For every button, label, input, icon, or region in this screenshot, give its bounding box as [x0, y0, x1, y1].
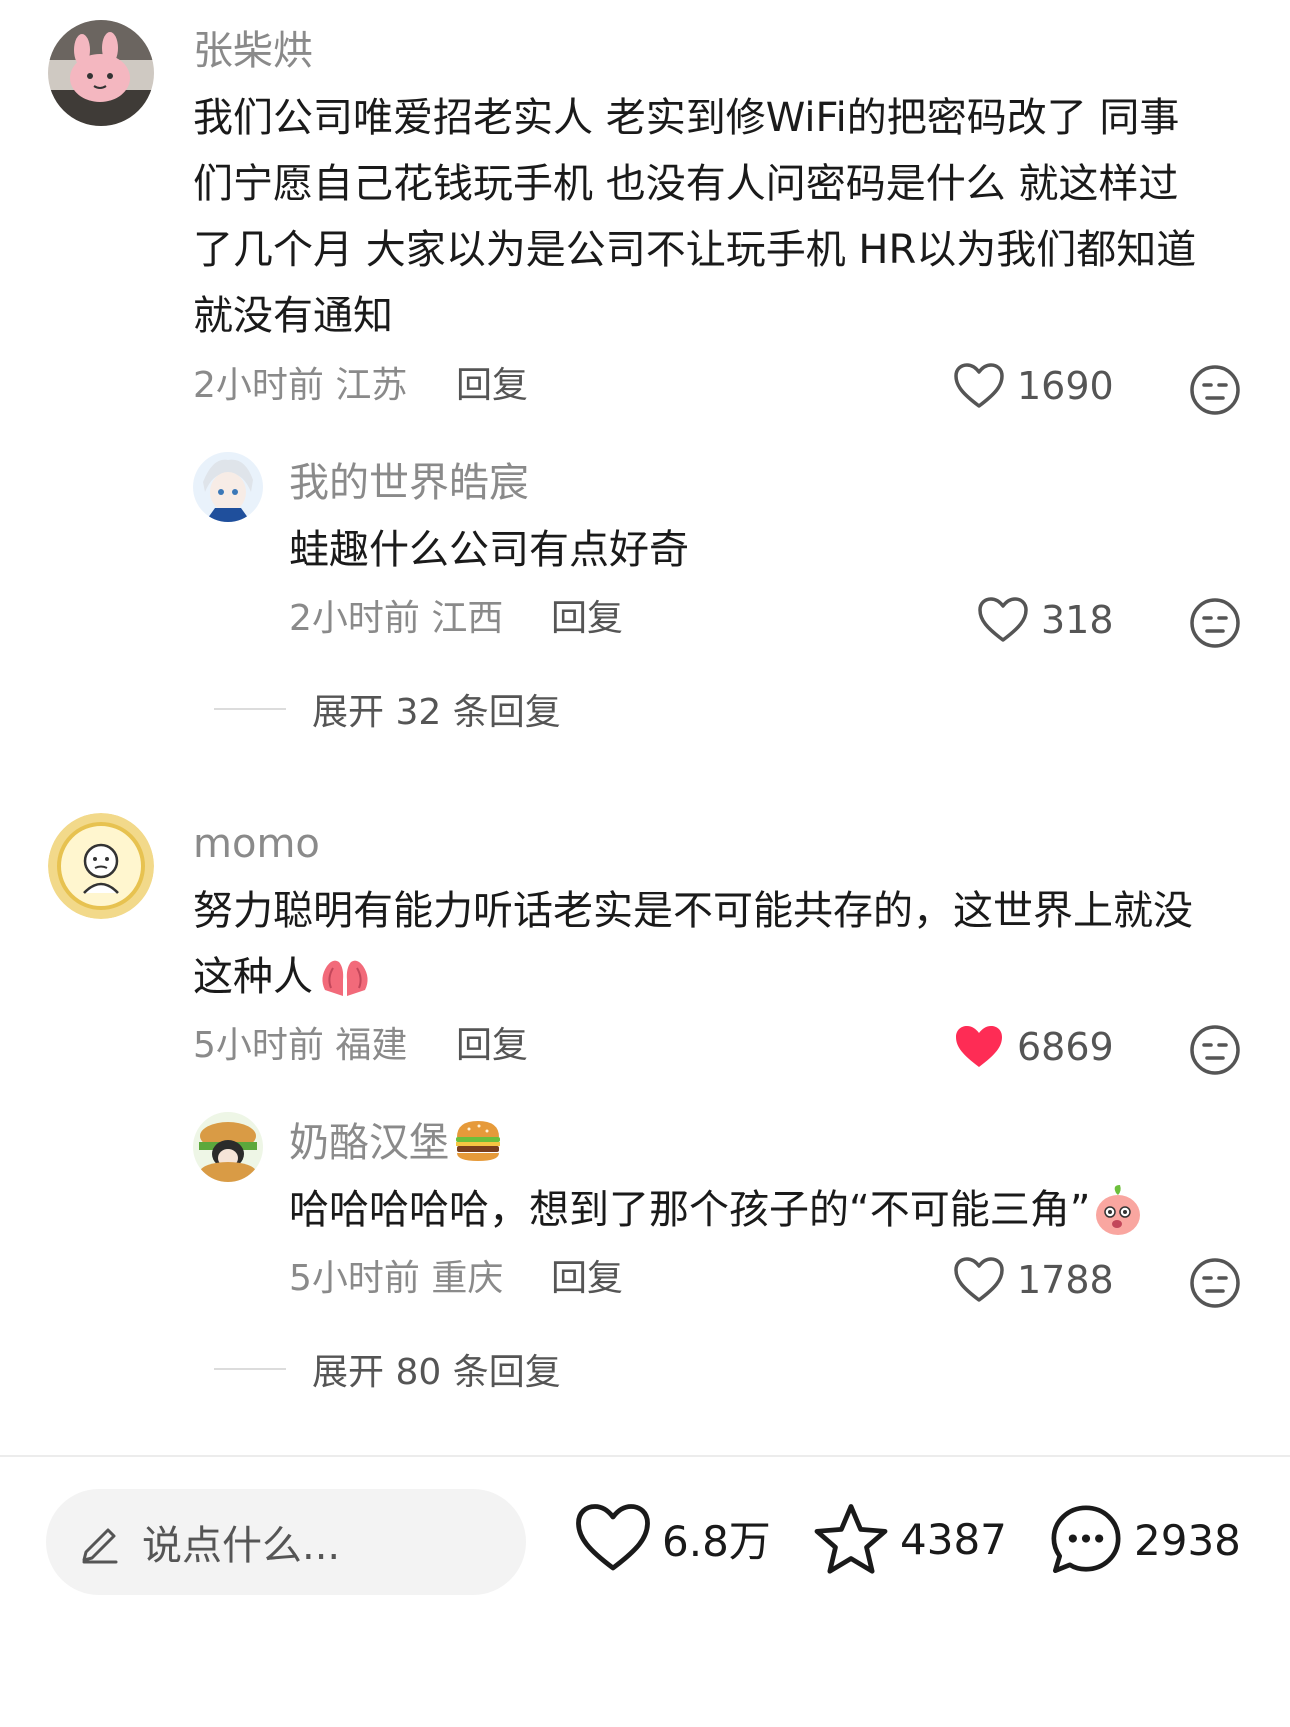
- comment-time: 2小时前: [193, 365, 324, 406]
- reply-username: 奶酪汉堡: [289, 1120, 449, 1166]
- comment-meta: 2小时前 江苏: [193, 368, 407, 404]
- reply-button[interactable]: 回复: [456, 368, 528, 404]
- comment-input[interactable]: 说点什么...: [46, 1489, 526, 1595]
- reply-button[interactable]: 回复: [551, 1261, 623, 1297]
- dislike-face-icon[interactable]: [1189, 1024, 1241, 1076]
- reply-location: 重庆: [431, 1258, 504, 1299]
- comment-text-line: 我们公司唯爱招老实人 老实到修WiFi的把密码改了 同事: [193, 95, 1180, 141]
- comment-text-line: 就没有通知: [193, 293, 393, 339]
- avatar[interactable]: [193, 1112, 263, 1182]
- reply-meta: 5小时前 重庆: [289, 1261, 503, 1297]
- favorite-button[interactable]: 4387: [812, 1502, 1007, 1576]
- reply-time: 5小时前: [289, 1258, 420, 1299]
- like-button[interactable]: 1788: [953, 1256, 1114, 1304]
- expand-replies-label: 展开 80 条回复: [312, 1352, 561, 1393]
- comment-location: 江苏: [335, 365, 408, 406]
- dislike-face-icon[interactable]: [1189, 597, 1241, 649]
- reply-meta: 2小时前 江西: [289, 601, 503, 637]
- dislike-face-icon[interactable]: [1189, 364, 1241, 416]
- heart-outline-icon: [954, 363, 1004, 408]
- reply-button[interactable]: 回复: [551, 601, 623, 637]
- comment-text: 努力聪明有能力听话老实是不可能共存的，这世界上就没 这种人: [193, 878, 1253, 1010]
- like-post-count: 6.8万: [662, 1516, 771, 1566]
- like-button[interactable]: 1690: [953, 362, 1114, 410]
- pencil-icon: [82, 1528, 118, 1564]
- reply-time: 2小时前: [289, 598, 420, 639]
- like-count: 1690: [1017, 364, 1114, 408]
- heart-outline-icon: [954, 1257, 1004, 1302]
- praying-hands-emoji-icon: [322, 960, 368, 996]
- reply-text: 哈哈哈哈哈，想到了那个孩子的“不可能三角”: [289, 1187, 1091, 1233]
- reply-username-wrap[interactable]: 奶酪汉堡: [289, 1120, 503, 1166]
- like-count: 1788: [1017, 1258, 1114, 1302]
- comment-username[interactable]: 张柴烘: [193, 31, 313, 71]
- comment-text-line-wrap: 这种人: [193, 944, 1253, 1010]
- expand-replies-label: 展开 32 条回复: [312, 692, 561, 733]
- dislike-face-icon[interactable]: [1189, 1257, 1241, 1309]
- bottom-action-bar: 说点什么... 6.8万 4387 2938: [0, 1455, 1290, 1727]
- avatar[interactable]: [48, 20, 154, 126]
- speech-bubble-icon: [1051, 1505, 1121, 1574]
- avatar[interactable]: [193, 452, 263, 522]
- comment-location: 福建: [335, 1025, 408, 1066]
- comment-input-placeholder: 说点什么...: [142, 1523, 341, 1569]
- heart-outline-icon: [978, 597, 1028, 642]
- comment-text-line: 努力聪明有能力听话老实是不可能共存的，这世界上就没: [193, 888, 1193, 934]
- like-post-button[interactable]: 6.8万: [574, 1502, 771, 1574]
- avatar[interactable]: [48, 813, 154, 919]
- heart-filled-icon: [956, 1026, 1002, 1067]
- star-outline-icon: [814, 1504, 888, 1574]
- like-button[interactable]: 6869: [953, 1023, 1114, 1071]
- reply-text-wrap: 哈哈哈哈哈，想到了那个孩子的“不可能三角”: [289, 1177, 1144, 1243]
- heart-outline-icon: [576, 1504, 650, 1571]
- hamburger-emoji-icon: [456, 1121, 500, 1161]
- like-count: 6869: [1017, 1025, 1114, 1069]
- expand-replies-button[interactable]: 展开 32 条回复: [214, 683, 561, 735]
- comment-username[interactable]: momo: [193, 824, 320, 864]
- comment-meta: 5小时前 福建: [193, 1028, 407, 1064]
- comment-count: 2938: [1134, 1515, 1241, 1565]
- favorite-count: 4387: [900, 1514, 1007, 1564]
- like-button[interactable]: 318: [977, 596, 1114, 644]
- reply-button[interactable]: 回复: [456, 1028, 528, 1064]
- comment-text-line: 这种人: [193, 954, 313, 1000]
- reply-username[interactable]: 我的世界皓宸: [289, 463, 529, 503]
- divider: [214, 708, 286, 710]
- reply-text: 蛙趣什么公司有点好奇: [289, 527, 689, 573]
- comment-text-line: 们宁愿自己花钱玩手机 也没有人问密码是什么 就这样过: [193, 161, 1179, 207]
- comment-time: 5小时前: [193, 1025, 324, 1066]
- comments-button[interactable]: 2938: [1048, 1502, 1241, 1578]
- peach-face-emoji-icon: [1096, 1185, 1141, 1235]
- divider: [214, 1368, 286, 1370]
- comment-text-line: 了几个月 大家以为是公司不让玩手机 HR以为我们都知道: [193, 227, 1197, 273]
- expand-replies-button[interactable]: 展开 80 条回复: [214, 1343, 561, 1395]
- reply-location: 江西: [431, 598, 504, 639]
- like-count: 318: [1041, 598, 1114, 642]
- comment-text: 我们公司唯爱招老实人 老实到修WiFi的把密码改了 同事 们宁愿自己花钱玩手机 …: [193, 85, 1253, 349]
